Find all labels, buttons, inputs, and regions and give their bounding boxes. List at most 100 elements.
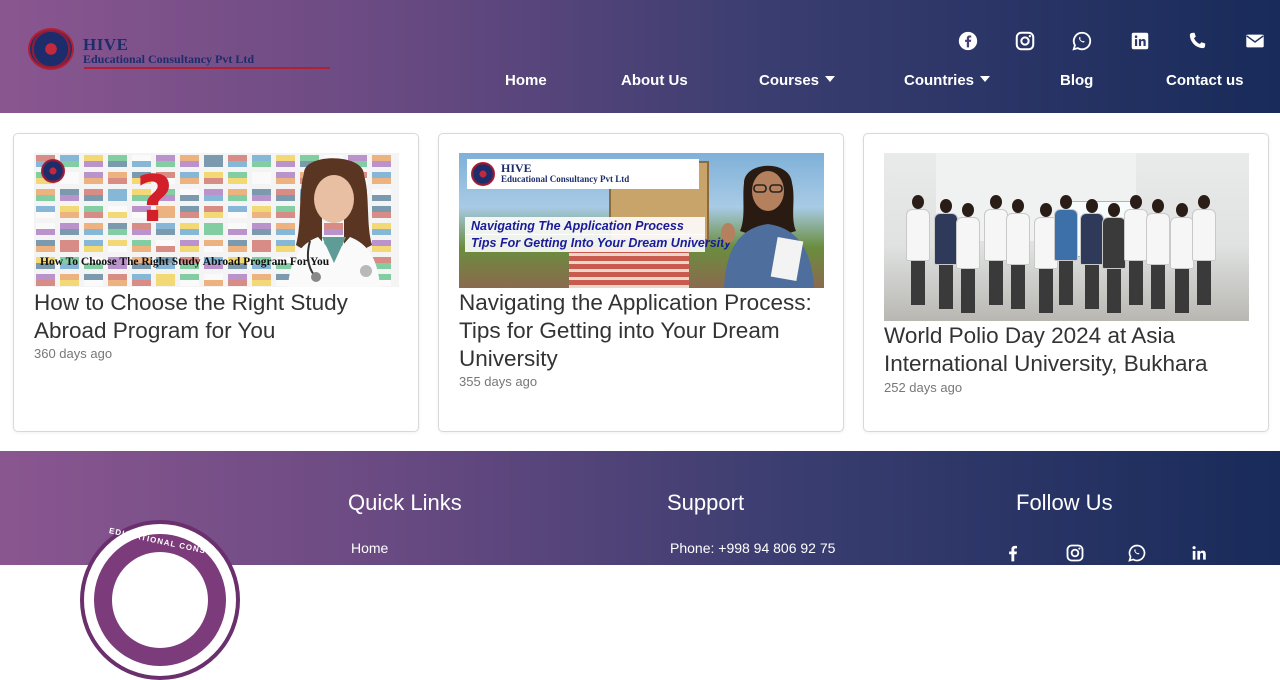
nav-about-us[interactable]: About Us [621,70,688,92]
facebook-icon[interactable] [1003,543,1025,565]
blog-card-image[interactable] [884,153,1249,321]
question-mark-icon: ? [136,163,174,237]
whatsapp-icon[interactable] [1127,543,1149,565]
person-head [1040,203,1052,217]
blog-card-title[interactable]: World Polio Day 2024 at Asia Internation… [884,322,1254,378]
flag-swatch [60,240,79,252]
footer-logo[interactable]: EDUCATIONAL CONSU [80,520,240,680]
person-legs [961,269,975,313]
blog-card-title[interactable]: How to Choose the Right Study Abroad Pro… [34,289,404,345]
blog-card[interactable]: ? How To Choose The Right Study Abroad P… [13,133,419,432]
flag-swatch [180,223,199,235]
person-body [1054,209,1078,261]
flag-swatch [108,223,127,235]
person-legs [1039,269,1053,313]
blog-card-date: 360 days ago [34,346,113,361]
chevron-down-icon [980,76,991,82]
flag-swatch [228,155,247,167]
flag-swatch [36,189,55,201]
logo-subtitle: Educational Consultancy Pvt Ltd [83,52,255,66]
flag-swatch [84,172,103,184]
flag-swatch [252,240,271,252]
linkedin-icon[interactable] [1129,30,1153,54]
flag-swatch [84,240,103,252]
footer-social-links [1003,543,1223,565]
blog-card[interactable]: HIVE Educational Consultancy Pvt Ltd Nav… [438,133,844,432]
facebook-icon[interactable] [957,30,981,54]
chevron-down-icon [825,76,836,82]
instagram-icon[interactable] [1014,30,1038,54]
person-legs [1197,261,1211,305]
image-headline-line1: Navigating The Application Process [465,217,705,235]
flag-swatch [36,274,55,286]
support-phone[interactable]: Phone: +998 94 806 92 75 [670,540,835,556]
flag-swatch [108,274,127,286]
student-illustration [721,165,814,288]
person-legs [1175,269,1189,313]
person-legs [1011,265,1025,309]
flag-swatch [132,274,151,286]
person-head [1198,195,1210,209]
support-heading: Support [667,490,745,515]
nav-courses[interactable]: Courses [759,70,836,92]
site-logo[interactable]: HIVE Educational Consultancy Pvt Ltd [28,28,330,72]
linkedin-icon[interactable] [1189,543,1211,565]
nav-home-label: Home [505,72,547,89]
instagram-icon[interactable] [1065,543,1087,565]
logo-underline [84,67,330,69]
whatsapp-icon[interactable] [1071,30,1095,54]
image-headline-line2: Tips For Getting Into Your Dream Univers… [465,234,731,252]
flag-swatch [180,274,199,286]
footer-link-home[interactable]: Home [351,540,388,556]
flag-swatch [252,206,271,218]
nav-contact-us[interactable]: Contact us [1166,70,1244,92]
blog-card-image[interactable]: HIVE Educational Consultancy Pvt Ltd Nav… [459,153,824,288]
logo-emblem-icon [471,162,495,186]
person-head [1152,199,1164,213]
flag-swatch [204,155,223,167]
mail-icon[interactable] [1244,30,1268,54]
person-legs [1151,265,1165,309]
person-head [1130,195,1142,209]
blog-card-title[interactable]: Navigating the Application Process: Tips… [459,289,829,373]
flag-swatch [204,223,223,235]
blog-card[interactable]: World Polio Day 2024 at Asia Internation… [863,133,1269,432]
image-brand-subtitle: Educational Consultancy Pvt Ltd [501,174,630,184]
person-body [1102,217,1126,269]
flag-swatch [228,223,247,235]
nav-countries[interactable]: Countries [904,70,991,92]
person-legs [1107,269,1121,313]
flag-swatch [252,274,271,286]
blog-card-image[interactable]: ? How To Choose The Right Study Abroad P… [34,153,399,287]
person-head [990,195,1002,209]
logo-emblem-icon [41,159,65,183]
nav-home[interactable]: Home [505,70,547,92]
follow-us-heading: Follow Us [1016,490,1113,515]
person-head [1060,195,1072,209]
image-caption: How To Choose The Right Study Abroad Pro… [40,256,330,268]
flag-swatch [84,223,103,235]
person-body [1192,209,1216,261]
phone-icon[interactable] [1186,30,1210,54]
person-head [1108,203,1120,217]
flag-swatch [84,274,103,286]
person-legs [939,265,953,309]
flag-swatch [132,240,151,252]
flag-swatch [252,155,271,167]
nav-blog[interactable]: Blog [1060,70,1093,92]
flag-swatch [108,172,127,184]
nav-countries-label: Countries [904,72,975,89]
flag-swatch [180,155,199,167]
flag-swatch [252,172,271,184]
flag-swatch [228,240,247,252]
flag-swatch [204,274,223,286]
flag-swatch [204,172,223,184]
site-header: HIVE Educational Consultancy Pvt Ltd Hom… [0,0,1280,113]
flag-swatch [108,155,127,167]
logo-emblem-icon [28,28,74,70]
flag-swatch [204,240,223,252]
flag-swatch [84,189,103,201]
person-body [1006,213,1030,265]
person-head [912,195,924,209]
flag-swatch [60,206,79,218]
